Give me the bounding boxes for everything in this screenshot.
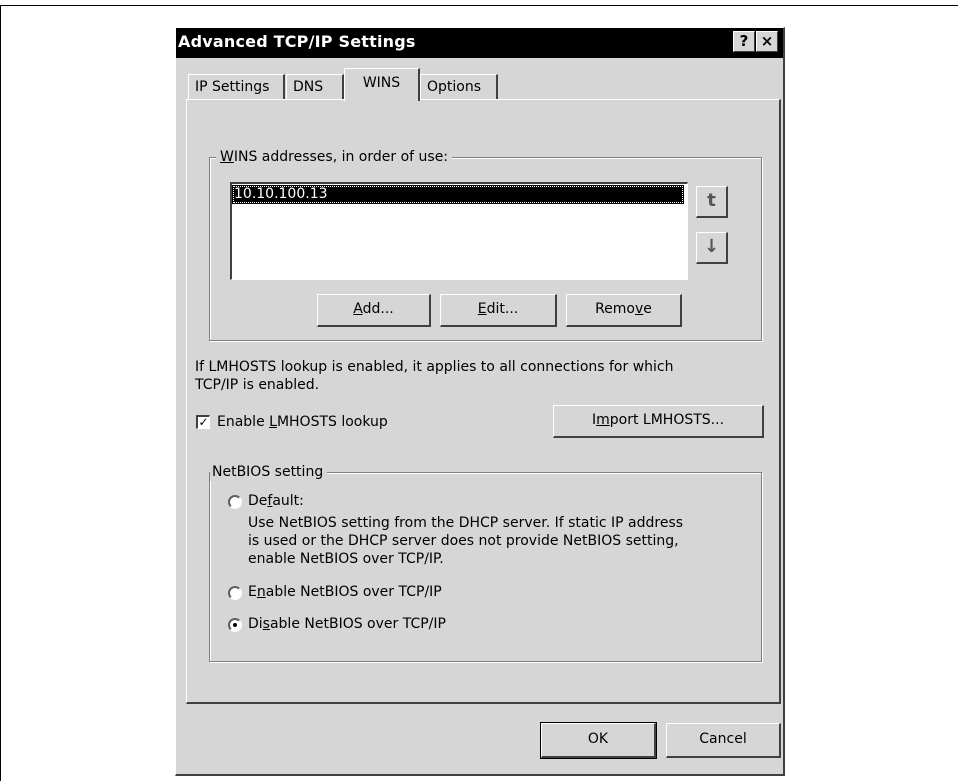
wins-address-list[interactable]: 10.10.100.13 — [230, 182, 688, 280]
tab-dns[interactable]: DNS — [286, 74, 344, 99]
default-description-line-3: enable NetBIOS over TCP/IP. — [248, 551, 444, 567]
wins-addresses-group: WINS addresses, in order of use: 10.10.1… — [209, 148, 762, 341]
close-icon: × — [760, 32, 774, 50]
enable-lmhosts-label[interactable]: Enable LMHOSTS lookup — [217, 413, 388, 431]
check-icon: ✓ — [198, 415, 209, 429]
edit-button[interactable]: Edit... — [440, 294, 557, 327]
title-bar: Advanced TCP/IP Settings ? × — [176, 28, 783, 58]
lmhosts-info-line-1: If LMHOSTS lookup is enabled, it applies… — [195, 359, 674, 375]
down-arrow-icon: ↓ — [703, 236, 720, 257]
default-radio-label[interactable]: Default: — [248, 492, 304, 510]
disable-netbios-label[interactable]: Disable NetBIOS over TCP/IP — [248, 615, 446, 633]
tab-wins[interactable]: WINS — [344, 68, 420, 101]
help-button[interactable]: ? — [733, 31, 755, 52]
netbios-setting-label: NetBIOS setting — [210, 463, 328, 481]
enable-netbios-label[interactable]: Enable NetBIOS over TCP/IP — [248, 583, 442, 601]
ok-button[interactable]: OK — [540, 722, 657, 759]
list-item[interactable]: 10.10.100.13 — [232, 185, 684, 204]
up-arrow-icon: t — [707, 190, 716, 211]
move-up-button[interactable]: t — [696, 186, 728, 218]
remove-button[interactable]: Remove — [566, 294, 682, 327]
wins-addresses-label: WINS addresses, in order of use: — [216, 148, 453, 166]
default-description-line-2: is used or the DHCP server does not prov… — [248, 533, 679, 549]
default-description-line-1: Use NetBIOS setting from the DHCP server… — [248, 515, 684, 531]
dialog-title: Advanced TCP/IP Settings — [178, 32, 416, 51]
tab-ip-settings[interactable]: IP Settings — [188, 74, 285, 99]
enable-lmhosts-checkbox[interactable]: ✓ — [196, 415, 210, 429]
wins-tab-panel: WINS addresses, in order of use: 10.10.1… — [186, 99, 781, 704]
move-down-button[interactable]: ↓ — [696, 232, 728, 264]
add-button[interactable]: Add... — [317, 294, 431, 327]
close-button[interactable]: × — [756, 31, 778, 52]
cancel-button[interactable]: Cancel — [666, 723, 781, 758]
radio-selected-dot — [233, 623, 237, 627]
tab-options[interactable]: Options — [420, 74, 498, 99]
netbios-setting-group: NetBIOS setting Default: Use NetBIOS set… — [209, 463, 762, 662]
enable-netbios-radio[interactable] — [228, 586, 242, 600]
disable-netbios-radio[interactable] — [228, 618, 242, 632]
default-radio[interactable] — [228, 495, 242, 509]
lmhosts-info-line-2: TCP/IP is enabled. — [195, 377, 320, 393]
advanced-tcpip-dialog: Advanced TCP/IP Settings ? × IP Settings… — [175, 27, 785, 776]
import-lmhosts-button[interactable]: Import LMHOSTS... — [553, 405, 764, 438]
